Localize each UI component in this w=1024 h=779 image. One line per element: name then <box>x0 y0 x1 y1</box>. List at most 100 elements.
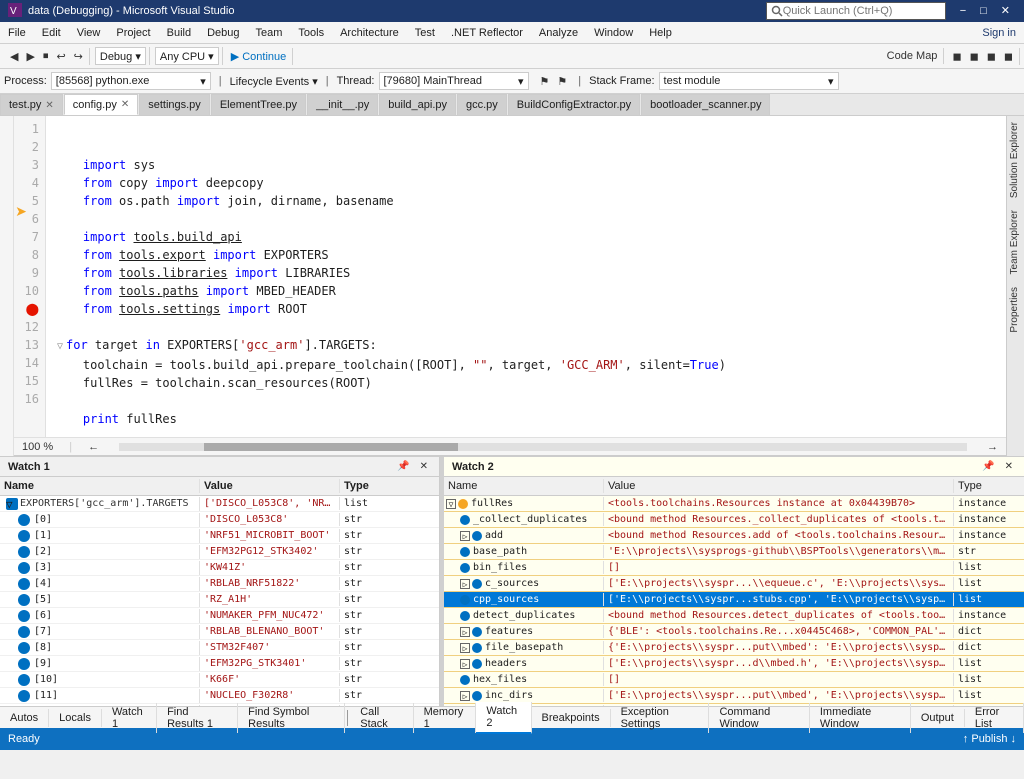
toolbar-btn-2[interactable]: ◼ <box>967 48 982 65</box>
watch2-row[interactable]: cpp_sources['E:\\projects\\syspr...stubs… <box>444 592 1024 608</box>
tab-command[interactable]: Command Window <box>709 703 809 733</box>
watch2-close[interactable]: ✕ <box>1002 461 1016 472</box>
watch2-row[interactable]: base_path'E:\\projects\\sysprogs-github\… <box>444 544 1024 560</box>
menu-test[interactable]: Test <box>407 25 443 41</box>
watch2-row[interactable]: ▷file_basepath{'E:\\projects\\syspr...pu… <box>444 640 1024 656</box>
menu-project[interactable]: Project <box>108 25 158 41</box>
tab-autos[interactable]: Autos <box>0 709 49 727</box>
tab-exception[interactable]: Exception Settings <box>611 703 710 733</box>
watch2-row[interactable]: ▷headers['E:\\projects\\syspr...d\\mbed.… <box>444 656 1024 672</box>
minimize-button[interactable]: − <box>954 0 972 22</box>
tab-testpy[interactable]: test.py ✕ <box>0 94 63 115</box>
tab-buildapipy[interactable]: build_api.py <box>379 94 456 115</box>
watch2-pin[interactable]: 📌 <box>979 461 997 472</box>
tab-bootloaderpy[interactable]: bootloader_scanner.py <box>641 94 770 115</box>
toolbar-btn-4[interactable]: ◼ <box>1001 48 1016 65</box>
tab-initpy[interactable]: __init__.py <box>307 94 378 115</box>
properties-tab[interactable]: Properties <box>1007 281 1024 339</box>
code-map-button[interactable]: Code Map <box>884 48 941 64</box>
watch2-row[interactable]: ▷add<bound method Resources.add of <tool… <box>444 528 1024 544</box>
watch1-row[interactable]: [2]'EFM32PG12_STK3402'str <box>0 544 439 560</box>
tab-breakpoints[interactable]: Breakpoints <box>532 709 611 727</box>
back-button[interactable]: ◀ <box>7 48 21 65</box>
team-explorer-tab[interactable]: Team Explorer <box>1007 204 1024 280</box>
toolbar-btn-1[interactable]: ◼ <box>949 48 964 65</box>
close-button[interactable]: ✕ <box>995 0 1016 22</box>
tab-settingspy[interactable]: settings.py <box>139 94 210 115</box>
menu-file[interactable]: File <box>0 25 34 41</box>
watch1-row[interactable]: [8]'STM32F407'str <box>0 640 439 656</box>
watch1-row[interactable]: [5]'RZ_A1H'str <box>0 592 439 608</box>
menu-net-reflector[interactable]: .NET Reflector <box>443 25 531 41</box>
menu-edit[interactable]: Edit <box>34 25 69 41</box>
tab-gccpy[interactable]: gcc.py <box>457 94 507 115</box>
menu-view[interactable]: View <box>69 25 109 41</box>
menu-build[interactable]: Build <box>159 25 199 41</box>
publish-button[interactable]: ↑ Publish ↓ <box>963 733 1016 745</box>
menu-tools[interactable]: Tools <box>290 25 332 41</box>
watch1-row[interactable]: [0]'DISCO_L053C8'str <box>0 512 439 528</box>
thread-dropdown[interactable]: [79680] MainThread ▾ <box>379 72 529 90</box>
watch1-row[interactable]: [1]'NRF51_MICROBIT_BOOT'str <box>0 528 439 544</box>
watch2-row[interactable]: ▽fullRes<tools.toolchains.Resources inst… <box>444 496 1024 512</box>
tab-close-testpy[interactable]: ✕ <box>45 100 53 111</box>
stop-button[interactable]: ⏹ <box>40 48 52 65</box>
forward-button[interactable]: ▶ <box>23 48 37 65</box>
sign-in-button[interactable]: Sign in <box>974 25 1024 41</box>
watch1-row[interactable]: [6]'NUMAKER_PFM_NUC472'str <box>0 608 439 624</box>
watch2-name-header: Name <box>444 479 604 493</box>
menu-architecture[interactable]: Architecture <box>332 25 407 41</box>
tab-buildconfigextractorpy[interactable]: BuildConfigExtractor.py <box>508 94 640 115</box>
solution-explorer-tab[interactable]: Solution Explorer <box>1007 116 1024 204</box>
tab-immediate[interactable]: Immediate Window <box>810 703 911 733</box>
watch1-close[interactable]: ✕ <box>417 461 431 472</box>
tab-close-configpy[interactable]: ✕ <box>121 99 129 110</box>
menu-debug[interactable]: Debug <box>199 25 247 41</box>
tab-locals[interactable]: Locals <box>49 709 102 727</box>
watch2-row[interactable]: _collect_duplicates<bound method Resourc… <box>444 512 1024 528</box>
cpu-dropdown[interactable]: Any CPU ▾ <box>155 47 219 65</box>
watch1-panel: Watch 1 📌 ✕ Name Value Type ▽ EXPORTERS[… <box>0 457 440 706</box>
menu-window[interactable]: Window <box>586 25 641 41</box>
watch2-row[interactable]: hex_files[]list <box>444 672 1024 688</box>
watch1-pin[interactable]: 📌 <box>394 461 412 472</box>
watch1-row[interactable]: [4]'RBLAB_NRF51822'str <box>0 576 439 592</box>
process-dropdown[interactable]: [85568] python.exe ▾ <box>51 72 211 90</box>
watch1-row[interactable]: [3]'KW41Z'str <box>0 560 439 576</box>
tab-memory1[interactable]: Memory 1 <box>414 703 477 733</box>
maximize-button[interactable]: □ <box>974 0 993 22</box>
menu-team[interactable]: Team <box>248 25 291 41</box>
watch2-row[interactable]: ▷c_sources['E:\\projects\\syspr...\\eque… <box>444 576 1024 592</box>
tab-output[interactable]: Output <box>911 709 965 727</box>
watch2-row[interactable]: bin_files[]list <box>444 560 1024 576</box>
stack-frame-dropdown[interactable]: test module ▾ <box>659 72 839 90</box>
code-area[interactable]: import sys from copy import deepcopy fro… <box>46 116 1006 437</box>
watch1-row-root[interactable]: ▽ EXPORTERS['gcc_arm'].TARGETS ['DISCO_L… <box>0 496 439 512</box>
watch1-row[interactable]: [9]'EFM32PG_STK3401'str <box>0 656 439 672</box>
watch2-row[interactable]: ▷features{'BLE': <tools.toolchains.Re...… <box>444 624 1024 640</box>
tab-watch2[interactable]: Watch 2 <box>476 702 531 734</box>
watch1-row[interactable]: [7]'RBLAB_BLENANO_BOOT'str <box>0 624 439 640</box>
debug-config-dropdown[interactable]: Debug ▾ <box>95 47 146 65</box>
horizontal-scrollbar[interactable] <box>119 443 967 451</box>
watch1-row[interactable]: [10]'K66F'str <box>0 672 439 688</box>
toolbar-btn-3[interactable]: ◼ <box>984 48 999 65</box>
watch2-row[interactable]: detect_duplicates<bound method Resources… <box>444 608 1024 624</box>
redo-button[interactable]: ↪ <box>71 48 86 65</box>
tab-find-symbol[interactable]: Find Symbol Results <box>238 703 345 733</box>
menu-analyze[interactable]: Analyze <box>531 25 586 41</box>
tab-callstack[interactable]: Call Stack <box>350 703 413 733</box>
thread-btn-1[interactable]: ⚑ <box>537 73 553 90</box>
tab-error-list[interactable]: Error List <box>965 703 1024 733</box>
lifecycle-separator: | <box>215 75 226 87</box>
tab-find-results[interactable]: Find Results 1 <box>157 703 238 733</box>
continue-button[interactable]: ▶ Continue <box>228 48 290 65</box>
quicklaunch-input[interactable] <box>783 5 933 17</box>
tab-watch1[interactable]: Watch 1 <box>102 703 157 733</box>
tab-configpy[interactable]: config.py ✕ <box>64 94 138 115</box>
tab-elementtreepy[interactable]: ElementTree.py <box>211 94 306 115</box>
menu-help[interactable]: Help <box>641 25 680 41</box>
thread-btn-2[interactable]: ⚑ <box>554 73 570 90</box>
lifecycle-events[interactable]: Lifecycle Events ▾ <box>230 75 318 88</box>
undo-button[interactable]: ↩ <box>53 48 68 65</box>
